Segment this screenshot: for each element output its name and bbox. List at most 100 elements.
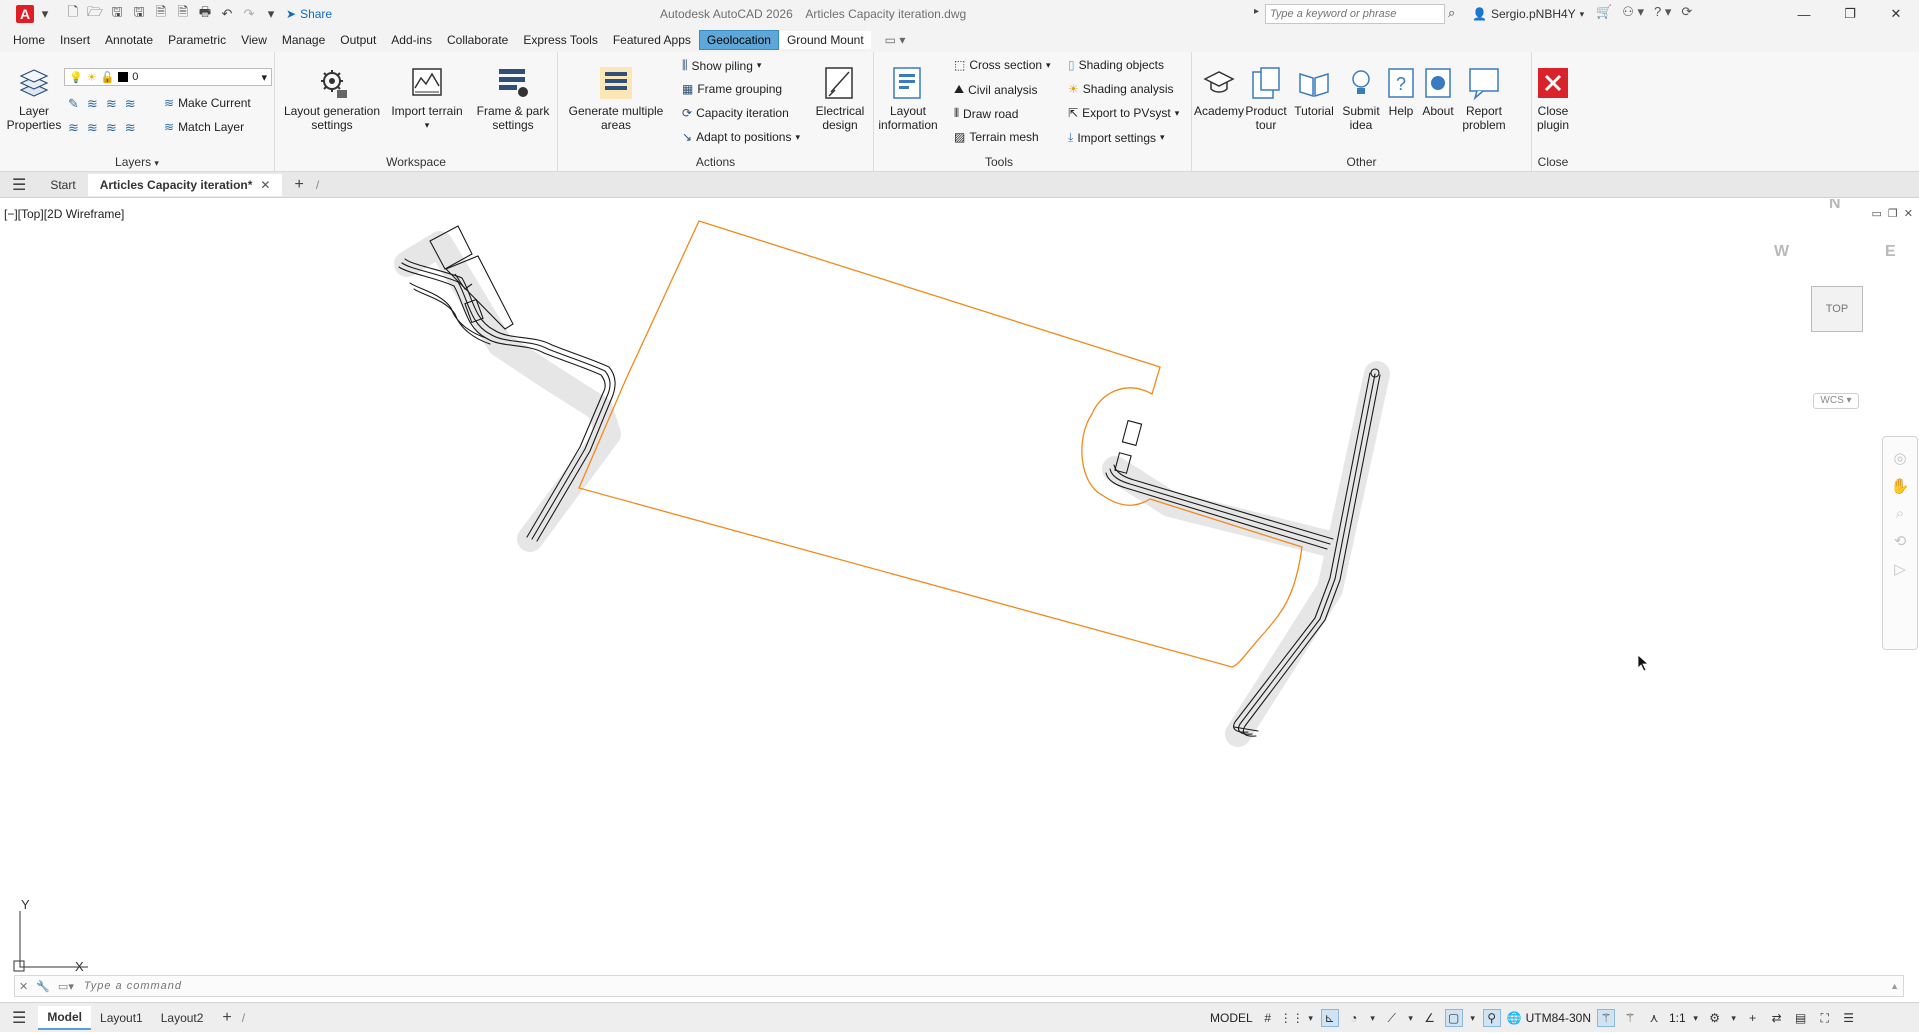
- shading-analysis-button[interactable]: ☀ Shading analysis: [1068, 82, 1174, 96]
- tab-ground-mount[interactable]: Ground Mount: [779, 31, 871, 49]
- tab-home[interactable]: Home: [6, 31, 52, 49]
- wcs-dropdown[interactable]: WCS ▾: [1813, 393, 1859, 409]
- snap-chevron-icon[interactable]: ▾: [1307, 1009, 1315, 1027]
- generate-multiple-areas-button[interactable]: Generate multiple areas: [560, 66, 672, 132]
- about-button[interactable]: About: [1420, 66, 1456, 118]
- layer-tool-icon[interactable]: ≋: [125, 120, 136, 136]
- polar-icon[interactable]: ◔: [1345, 1009, 1363, 1027]
- tab-add-ins[interactable]: Add-ins: [384, 31, 439, 49]
- layer-tool-icon[interactable]: ≋: [87, 96, 98, 112]
- layer-tool-icon[interactable]: ≋: [68, 120, 79, 136]
- customize-command-icon[interactable]: 🔧: [32, 980, 54, 993]
- open-web-icon[interactable]: 🗎: [150, 4, 172, 24]
- autocad-logo-icon[interactable]: A: [16, 5, 34, 23]
- minimize-icon[interactable]: —: [1781, 0, 1827, 28]
- tab-manage[interactable]: Manage: [275, 31, 332, 49]
- help-button[interactable]: ? Help: [1384, 66, 1418, 118]
- layout-tab-layout1[interactable]: Layout1: [91, 1007, 152, 1029]
- layer-tool-icon[interactable]: ≋: [106, 96, 117, 112]
- customize-status-icon[interactable]: ☰: [1840, 1009, 1858, 1027]
- help-search-input[interactable]: [1265, 4, 1445, 24]
- tab-start[interactable]: Start: [38, 174, 87, 196]
- hamburger-menu-icon[interactable]: ☰: [0, 175, 38, 195]
- print-icon[interactable]: 🖶: [194, 4, 216, 24]
- restore-icon[interactable]: ❐: [1827, 0, 1873, 28]
- draw-road-button[interactable]: ⫴ Draw road: [954, 106, 1018, 121]
- layout-information-button[interactable]: Layout information: [876, 66, 940, 132]
- layout-tab-model[interactable]: Model: [38, 1005, 92, 1030]
- steering-wheel-icon[interactable]: ◎: [1893, 449, 1906, 467]
- import-terrain-button[interactable]: Import terrain ▾: [387, 66, 467, 132]
- terrain-mesh-button[interactable]: ▨ Terrain mesh: [954, 130, 1039, 144]
- drawing-viewport[interactable]: [−][Top][2D Wireframe] ▭ ❐ ✕ N W E TOP W…: [0, 199, 1919, 975]
- connect-icon[interactable]: ⚇ ▾: [1622, 4, 1644, 20]
- annotation-scale-value[interactable]: 1:1: [1669, 1011, 1686, 1025]
- workspace-chevron-icon[interactable]: ▾: [1730, 1009, 1738, 1027]
- share-button[interactable]: ➤ Share: [286, 7, 332, 21]
- osnap-tracking-icon[interactable]: ∠: [1421, 1009, 1439, 1027]
- osnap-chevron-icon[interactable]: ▾: [1469, 1009, 1477, 1027]
- civil-analysis-button[interactable]: ⛰ Civil analysis: [954, 82, 1037, 97]
- tab-insert[interactable]: Insert: [53, 31, 97, 49]
- isodraft-icon[interactable]: ⟋: [1383, 1009, 1401, 1027]
- layer-tool-icon[interactable]: ≋: [125, 96, 136, 112]
- tab-collaborate[interactable]: Collaborate: [440, 31, 515, 49]
- layout-generation-button[interactable]: Layout generation settings: [277, 66, 387, 132]
- layer-tool-icon[interactable]: ≋: [106, 120, 117, 136]
- site-boundary[interactable]: [578, 220, 1303, 668]
- clean-screen-icon[interactable]: ⛶: [1816, 1009, 1834, 1027]
- object-snap-icon[interactable]: ▢: [1444, 1009, 1463, 1027]
- coordinate-system-button[interactable]: 🌐 UTM84-30N: [1507, 1011, 1591, 1025]
- close-command-icon[interactable]: ✕: [15, 980, 32, 993]
- save-web-icon[interactable]: 🗎: [172, 4, 194, 24]
- geolocation-icon[interactable]: ⚲: [1482, 1009, 1501, 1027]
- annotation-visibility-icon[interactable]: ⚚: [1597, 1009, 1615, 1027]
- layout-tab-layout2[interactable]: Layout2: [152, 1007, 213, 1029]
- show-piling-button[interactable]: ⫼ Show piling ▾: [682, 58, 761, 73]
- showmotion-icon[interactable]: ▷: [1894, 560, 1906, 578]
- tutorial-button[interactable]: Tutorial: [1291, 66, 1337, 118]
- submit-idea-button[interactable]: Submit idea: [1340, 66, 1382, 132]
- save-as-icon[interactable]: 🖫: [128, 4, 150, 24]
- layer-dropdown[interactable]: 💡 ☀ 🔓 0 ▾: [64, 68, 272, 86]
- layout-menu-icon[interactable]: ☰: [0, 1008, 38, 1028]
- close-plugin-button[interactable]: Close plugin: [1534, 66, 1572, 132]
- viewcube-west[interactable]: W: [1774, 243, 1789, 261]
- annotation-monitor-icon[interactable]: +: [1744, 1009, 1762, 1027]
- redo-icon[interactable]: ↷: [238, 4, 260, 24]
- drawing-canvas[interactable]: [0, 199, 1919, 975]
- auto-scale-icon[interactable]: ⚚: [1621, 1009, 1639, 1027]
- adapt-positions-button[interactable]: ↘ Adapt to positions ▾: [682, 130, 800, 144]
- customize-toolbar-icon[interactable]: ▾: [260, 4, 282, 24]
- save-icon[interactable]: 🖫: [106, 4, 128, 24]
- viewcube-top-face[interactable]: TOP: [1811, 286, 1863, 332]
- undo-icon[interactable]: ↶: [216, 4, 238, 24]
- report-problem-button[interactable]: Report problem: [1460, 66, 1508, 132]
- frame-park-button[interactable]: Frame & park settings: [470, 66, 556, 132]
- tab-featured-apps[interactable]: Featured Apps: [606, 31, 698, 49]
- tab-parametric[interactable]: Parametric: [161, 31, 233, 49]
- app-menu-chevron-icon[interactable]: ▾: [34, 4, 56, 24]
- quick-properties-icon[interactable]: ▤: [1792, 1009, 1810, 1027]
- new-tab-icon[interactable]: +: [282, 176, 315, 194]
- zoom-icon[interactable]: ⌕: [1896, 505, 1904, 522]
- export-pvsyst-button[interactable]: ⇱ Export to PVsyst ▾: [1068, 106, 1179, 120]
- cart-icon[interactable]: 🛒: [1596, 4, 1612, 20]
- tab-output[interactable]: Output: [333, 31, 383, 49]
- help-icon[interactable]: ? ▾: [1654, 4, 1671, 20]
- tab-view[interactable]: View: [234, 31, 274, 49]
- tab-annotate[interactable]: Annotate: [98, 31, 160, 49]
- command-history-icon[interactable]: ▲: [1890, 981, 1899, 991]
- iso-chevron-icon[interactable]: ▾: [1407, 1009, 1415, 1027]
- polar-chevron-icon[interactable]: ▾: [1369, 1009, 1377, 1027]
- update-icon[interactable]: ⟳: [1681, 4, 1692, 20]
- grid-icon[interactable]: #: [1259, 1009, 1277, 1027]
- new-file-icon[interactable]: 🗋: [62, 4, 84, 24]
- recent-commands-icon[interactable]: ▭▾: [54, 980, 78, 993]
- command-input[interactable]: [83, 980, 1584, 992]
- import-settings-button[interactable]: ⤓ Import settings ▾: [1068, 130, 1165, 145]
- product-tour-button[interactable]: Product tour: [1244, 66, 1288, 132]
- close-window-icon[interactable]: ✕: [1873, 0, 1919, 28]
- capacity-iteration-button[interactable]: ⟳ Capacity iteration: [682, 106, 789, 120]
- open-file-icon[interactable]: 🗁: [84, 4, 106, 24]
